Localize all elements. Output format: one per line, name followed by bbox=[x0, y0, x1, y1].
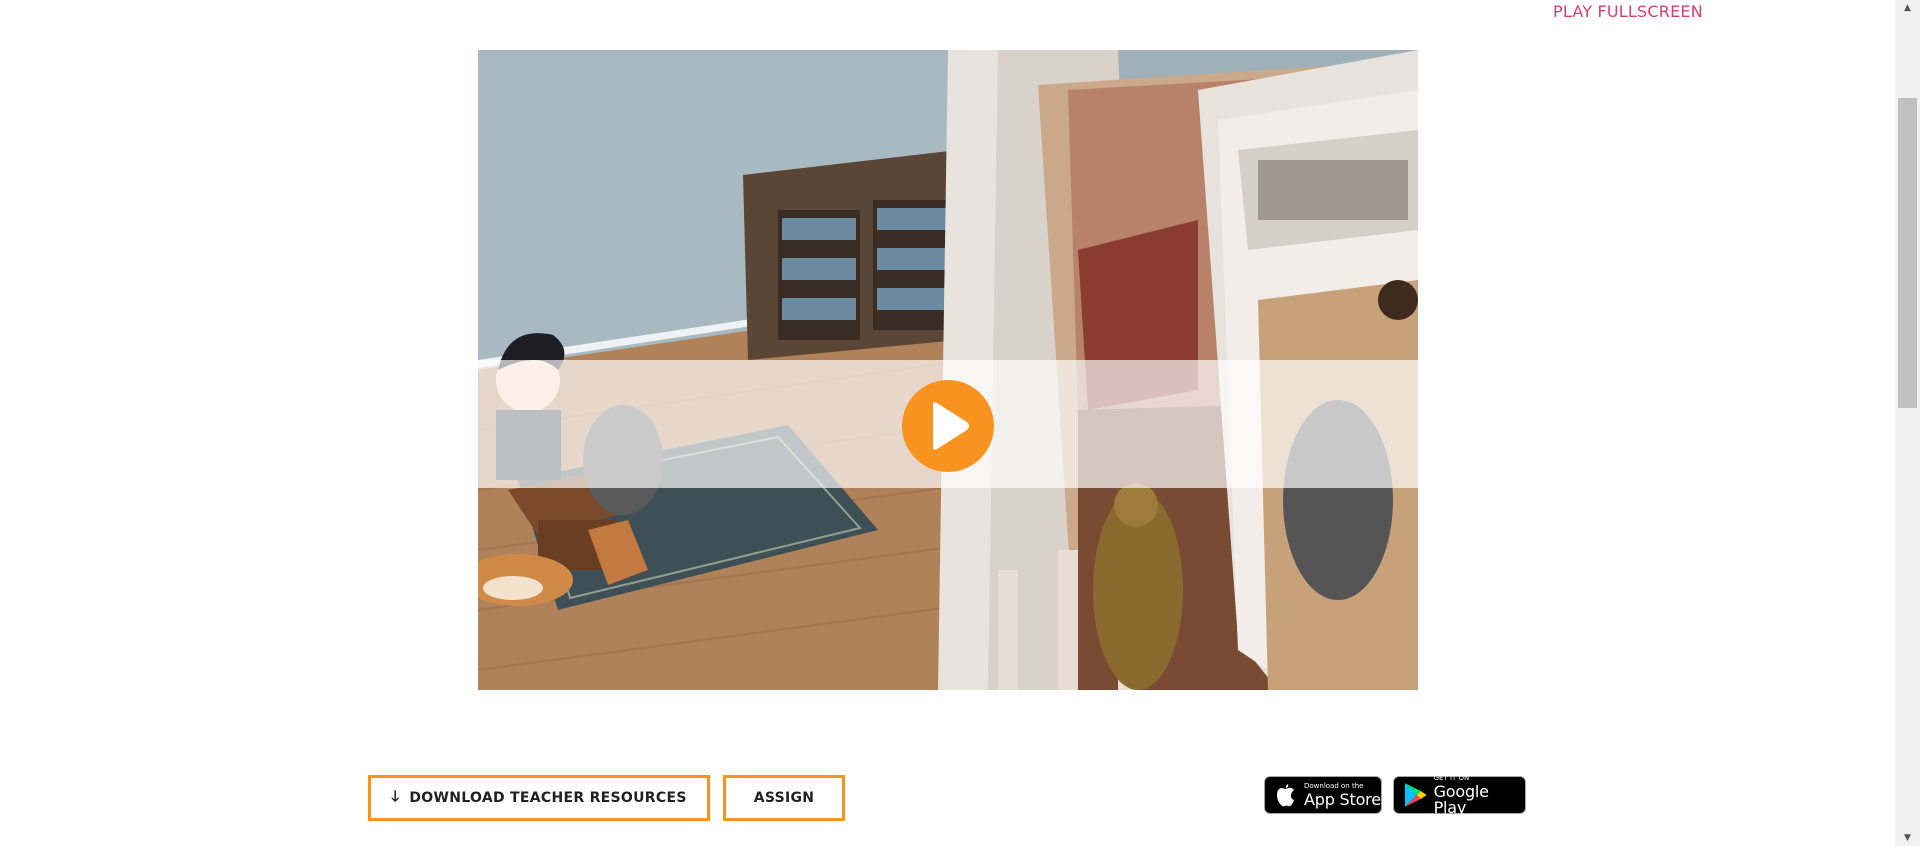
apple-icon bbox=[1277, 784, 1294, 807]
page: PLAY FULLSCREEN 🡓 DOWNLOAD TEACHER RESOU… bbox=[0, 0, 1920, 846]
scroll-up-arrow-icon[interactable]: ▲ bbox=[1895, 0, 1920, 16]
app-store-big-text: App Store bbox=[1304, 789, 1381, 809]
google-play-badge[interactable]: GET IT ON Google Play bbox=[1393, 773, 1526, 817]
app-store-badge[interactable]: Download on the App Store bbox=[1264, 776, 1382, 814]
google-play-big-text: Google Play bbox=[1433, 781, 1489, 817]
play-fullscreen-link[interactable]: PLAY FULLSCREEN bbox=[1553, 2, 1703, 21]
download-arrow-icon: 🡓 bbox=[391, 786, 400, 805]
google-play-small-text: GET IT ON bbox=[1433, 773, 1470, 782]
play-button[interactable] bbox=[902, 380, 994, 472]
vertical-scrollbar[interactable]: ▲ ▼ bbox=[1895, 0, 1920, 846]
scroll-down-arrow-icon[interactable]: ▼ bbox=[1895, 830, 1920, 846]
download-button-label: DOWNLOAD TEACHER RESOURCES bbox=[409, 790, 687, 806]
game-player[interactable] bbox=[478, 50, 1418, 690]
assign-button-label: ASSIGN bbox=[753, 790, 815, 806]
google-play-icon bbox=[1404, 783, 1427, 807]
app-store-small-text: Download on the bbox=[1304, 781, 1364, 790]
scrollbar-thumb[interactable] bbox=[1898, 98, 1917, 408]
play-icon bbox=[933, 402, 969, 450]
assign-button[interactable]: ASSIGN bbox=[723, 775, 845, 821]
download-teacher-resources-button[interactable]: 🡓 DOWNLOAD TEACHER RESOURCES bbox=[368, 775, 710, 821]
